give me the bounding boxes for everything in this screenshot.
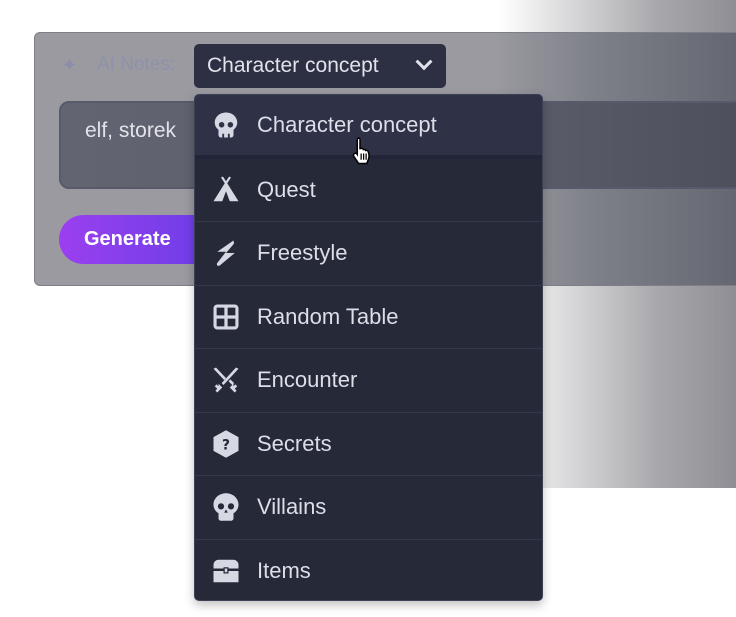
menu-item-label: Freestyle	[257, 240, 348, 266]
menu-item-items[interactable]: Items	[195, 540, 542, 601]
menu-item-label: Quest	[257, 176, 316, 202]
menu-item-label: Character concept	[257, 111, 437, 137]
tent-icon	[211, 175, 241, 205]
menu-item-label: Random Table	[257, 303, 399, 329]
menu-item-label: Items	[257, 558, 311, 584]
ai-notes-label: AI Notes:	[97, 54, 176, 75]
bolt-icon	[211, 238, 241, 268]
note-type-dropdown: Character concept Quest Freestyle Random…	[194, 94, 543, 601]
menu-item-label: Encounter	[257, 367, 358, 393]
note-type-select[interactable]: Character concept	[194, 44, 446, 88]
question-hexagon-icon: ?	[211, 429, 241, 459]
crossed-swords-icon	[211, 365, 241, 395]
skull-crossbones-icon	[211, 492, 241, 522]
select-value: Character concept	[207, 54, 379, 77]
menu-item-freestyle[interactable]: Freestyle	[195, 222, 542, 286]
skull-icon	[211, 110, 241, 140]
menu-item-label: Secrets	[257, 430, 332, 456]
treasure-chest-icon	[211, 556, 241, 586]
menu-item-secrets[interactable]: ? Secrets	[195, 413, 542, 476]
menu-item-encounter[interactable]: Encounter	[195, 349, 542, 413]
menu-item-label: Villains	[257, 494, 327, 520]
hand-pointer-cursor	[352, 137, 370, 165]
table-icon	[211, 302, 241, 332]
svg-text:?: ?	[222, 437, 230, 453]
menu-item-random-table[interactable]: Random Table	[195, 286, 542, 349]
menu-item-quest[interactable]: Quest	[195, 159, 542, 222]
sparkles-icon: ✦	[62, 55, 78, 75]
chevron-down-icon	[415, 53, 433, 71]
menu-item-villains[interactable]: Villains	[195, 476, 542, 540]
prompt-value: elf, storek	[85, 119, 177, 142]
